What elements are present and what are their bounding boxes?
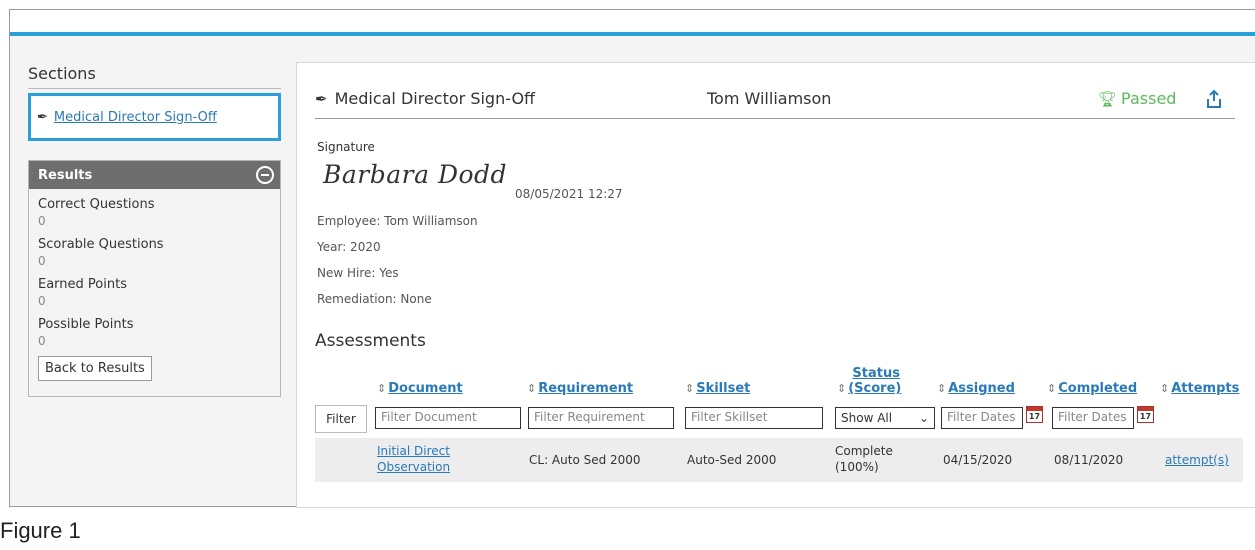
col-header-completed[interactable]: ⇕ Completed: [1047, 381, 1137, 396]
chevron-down-icon: ⌄: [918, 411, 929, 425]
assigned-cell: 04/15/2020: [943, 453, 1013, 467]
sort-icon: ⇕: [837, 382, 847, 395]
table-header-row: ⇕ Document ⇕ Requirement ⇕ Skillset Status …: [315, 358, 1243, 400]
info-new-hire: New Hire: Yes: [317, 266, 399, 280]
sort-icon: ⇕: [937, 382, 947, 395]
document-link[interactable]: Initial Direct Observation: [377, 443, 450, 475]
col-header-attempts[interactable]: ⇕ Attempts: [1160, 381, 1239, 396]
stat-label: Possible Points: [38, 317, 134, 332]
stat-label: Correct Questions: [38, 197, 155, 212]
sections-heading: Sections: [28, 64, 96, 83]
sections-divider: [28, 88, 281, 89]
sort-icon: ⇕: [1160, 382, 1170, 395]
filter-button[interactable]: Filter: [315, 405, 367, 433]
trophy-icon: 🏆︎: [1098, 89, 1118, 108]
table-row: Initial Direct Observation CL: Auto Sed …: [315, 438, 1243, 482]
card-header: ✒ Medical Director Sign-Off Tom Williams…: [315, 87, 1235, 119]
results-header: Results: [29, 161, 280, 189]
stat-value: 0: [38, 334, 46, 348]
completed-cell: 08/11/2020: [1054, 453, 1124, 467]
col-header-document[interactable]: ⇕ Document: [377, 381, 463, 396]
results-title: Results: [38, 167, 93, 183]
status-text: Passed: [1121, 89, 1177, 108]
filter-requirement-input[interactable]: Filter Requirement: [528, 407, 674, 429]
filter-assigned-dates-input[interactable]: Filter Dates: [941, 407, 1023, 429]
card-title-text: Medical Director Sign-Off: [334, 89, 536, 108]
back-to-results-button[interactable]: Back to Results: [38, 356, 152, 381]
stat-label: Earned Points: [38, 277, 127, 292]
assessments-heading: Assessments: [315, 331, 426, 351]
employee-name: Tom Williamson: [707, 89, 832, 108]
section-link[interactable]: Medical Director Sign-Off: [54, 110, 217, 125]
signature-label: Signature: [317, 140, 375, 154]
stat-value: 0: [38, 254, 46, 268]
feather-icon: ✒: [315, 89, 328, 108]
signature-date: 08/05/2021 12:27: [515, 187, 623, 201]
col-header-assigned[interactable]: ⇕ Assigned: [937, 381, 1015, 396]
col-header-skillset[interactable]: ⇕ Skillset: [685, 381, 750, 396]
sort-icon: ⇕: [527, 382, 537, 395]
filter-document-input[interactable]: Filter Document: [375, 407, 521, 429]
figure-caption: Figure 1: [0, 518, 81, 543]
feather-icon: ✒: [37, 109, 48, 125]
stat-value: 0: [38, 214, 46, 228]
info-year: Year: 2020: [317, 240, 381, 254]
results-panel: Results Correct Questions 0 Scorable Que…: [28, 160, 281, 397]
calendar-icon[interactable]: 17: [1137, 406, 1154, 423]
col-header-requirement[interactable]: ⇕ Requirement: [527, 381, 633, 396]
sign-off-card: ✒ Medical Director Sign-Off Tom Williams…: [296, 62, 1255, 508]
stat-label: Scorable Questions: [38, 237, 164, 252]
filter-row: Filter Filter Document Filter Requiremen…: [315, 404, 1243, 434]
sort-icon: ⇕: [685, 382, 695, 395]
status-badge: 🏆︎ Passed: [1098, 89, 1176, 108]
filter-completed-dates-input[interactable]: Filter Dates: [1052, 407, 1134, 429]
info-remediation: Remediation: None: [317, 292, 432, 306]
info-employee: Employee: Tom Williamson: [317, 214, 478, 228]
status-filter-select[interactable]: Show All ⌄: [835, 407, 935, 429]
col-header-status[interactable]: Status ⇕ (Score): [837, 366, 901, 396]
requirement-cell: CL: Auto Sed 2000: [529, 453, 641, 467]
card-title: ✒ Medical Director Sign-Off: [315, 89, 535, 108]
stat-value: 0: [38, 294, 46, 308]
section-item-medical-director-sign-off[interactable]: ✒ Medical Director Sign-Off: [28, 93, 281, 141]
status-cell: Complete (100%): [835, 444, 893, 474]
calendar-icon[interactable]: 17: [1026, 406, 1043, 423]
filter-skillset-input[interactable]: Filter Skillset: [685, 407, 823, 429]
signature-image: Barbara Dodd: [323, 160, 508, 189]
skillset-cell: Auto-Sed 2000: [687, 453, 777, 467]
collapse-icon[interactable]: [256, 166, 274, 184]
sort-icon: ⇕: [377, 382, 387, 395]
attempts-link[interactable]: attempt(s): [1165, 452, 1229, 468]
share-icon[interactable]: [1205, 89, 1223, 109]
sort-icon: ⇕: [1047, 382, 1057, 395]
results-body: Correct Questions 0 Scorable Questions 0…: [29, 189, 280, 381]
